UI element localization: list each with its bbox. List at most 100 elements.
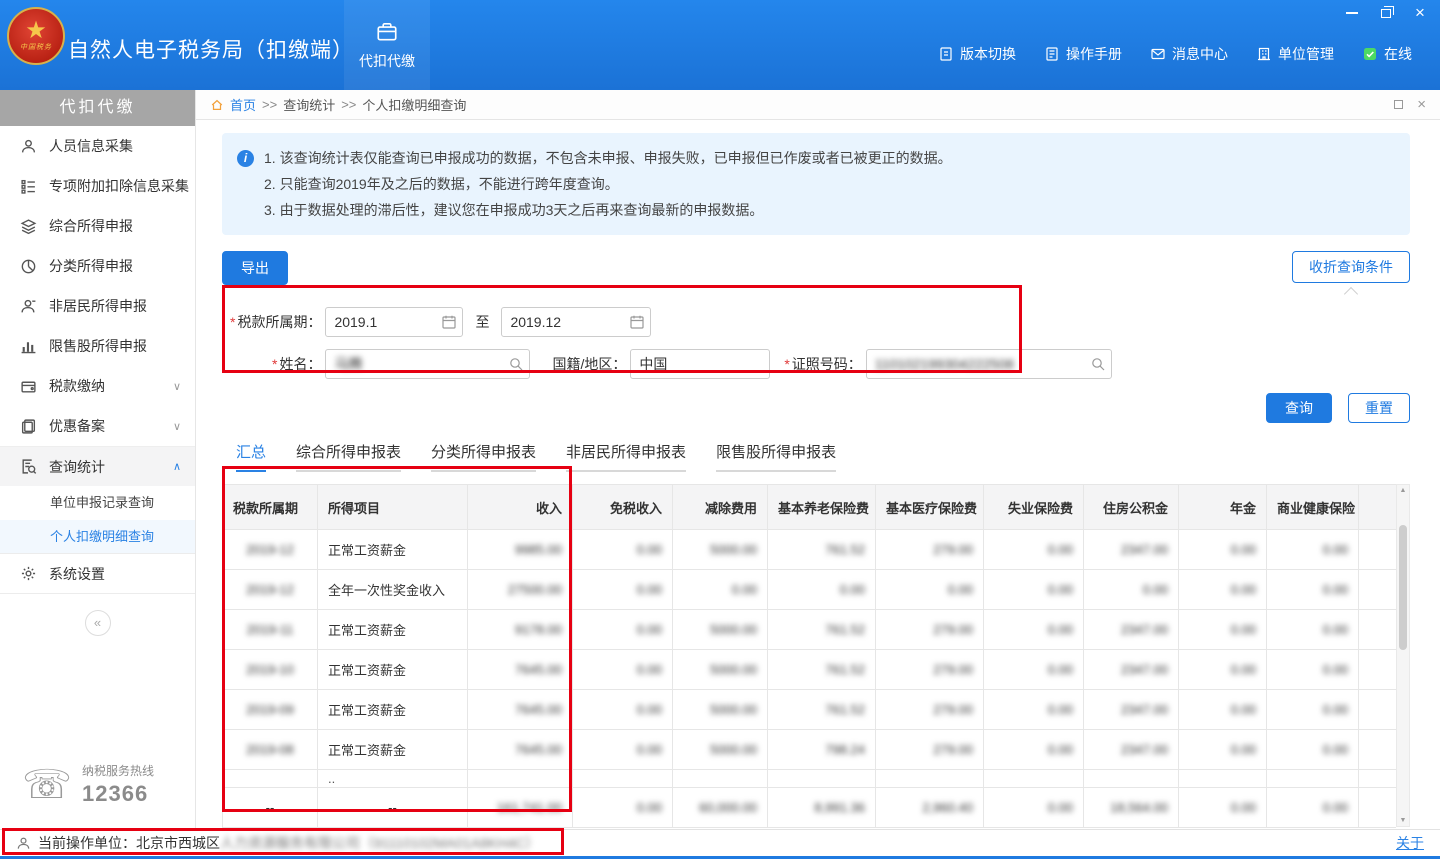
sidebar-item-comprehensive-income[interactable]: 综合所得申报: [0, 206, 195, 246]
breadcrumb-separator: >>: [341, 97, 356, 112]
result-table-clip: 税款所属期 所得项目 收入 免税收入 减除费用 基本养老保险费 基本医疗保险费 …: [222, 484, 1396, 828]
person-icon: [16, 836, 31, 851]
table-row[interactable]: 2019-09正常工资薪金7645.000.005000.00761.52279…: [223, 690, 1397, 730]
restore-button[interactable]: [1378, 5, 1394, 21]
sidebar-item-label: 查询统计: [49, 457, 105, 477]
header-medical-insurance: 基本医疗保险费: [876, 485, 984, 530]
scroll-down-arrow-icon[interactable]: ▼: [1397, 817, 1409, 824]
cell-amount: 0.00: [984, 530, 1084, 570]
collapse-query-button[interactable]: 收折查询条件: [1292, 251, 1410, 283]
sidebar-item-personnel-info[interactable]: 人员信息采集: [0, 126, 195, 166]
name-input[interactable]: [326, 350, 529, 378]
sidebar-item-tax-payment[interactable]: 税款缴纳 ∨: [0, 366, 195, 406]
id-number-input[interactable]: [867, 350, 1111, 378]
cell-tax-period: 2019-12: [223, 530, 318, 570]
tab-classified-income[interactable]: 分类所得申报表: [431, 441, 536, 472]
cell-amount: [673, 770, 768, 788]
sidebar-item-query-statistics[interactable]: 查询统计 ∧: [0, 446, 195, 486]
query-form: *税款所属期： 至 *姓名：: [222, 307, 1410, 379]
cell-amount: 2347.00: [1084, 730, 1179, 770]
version-switch-link[interactable]: 版本切换: [938, 44, 1016, 64]
search-icon[interactable]: [1090, 356, 1106, 372]
copy-doc-icon: [20, 418, 37, 435]
result-tabs: 汇总 综合所得申报表 分类所得申报表 非居民所得申报表 限售股所得申报表: [222, 441, 1410, 472]
calendar-icon[interactable]: [629, 314, 645, 330]
tab-comprehensive-income[interactable]: 综合所得申报表: [296, 441, 401, 472]
manual-icon: [1044, 46, 1060, 62]
module-tab-withholding[interactable]: 代扣代缴: [344, 0, 430, 90]
breadcrumb-level2: 个人扣缴明细查询: [362, 95, 466, 114]
cell-amount: 7645.00: [468, 730, 573, 770]
period-to-input[interactable]: [502, 308, 650, 336]
sidebar-subitem-unit-declaration-query[interactable]: 单位申报记录查询: [0, 486, 195, 520]
sidebar-collapse-button[interactable]: «: [85, 610, 111, 636]
sidebar-header: 代扣代缴: [0, 90, 195, 126]
sidebar-item-label: 优惠备案: [49, 416, 105, 436]
sidebar-subitem-personal-withholding-query[interactable]: 个人扣缴明细查询: [0, 520, 195, 554]
cell-tax-period: 2019-09: [223, 690, 318, 730]
cell-income-item: --: [318, 788, 468, 828]
about-link[interactable]: 关于: [1396, 833, 1424, 853]
sidebar-item-label: 非居民所得申报: [49, 296, 147, 316]
online-status[interactable]: 在线: [1362, 44, 1412, 64]
search-icon[interactable]: [508, 356, 524, 372]
sidebar-item-preferential-filing[interactable]: 优惠备案 ∨: [0, 406, 195, 446]
breadcrumb-separator: >>: [262, 97, 277, 112]
vertical-scrollbar-thumb[interactable]: [1399, 525, 1407, 650]
table-row[interactable]: 2019-12正常工资薪金9985.000.005000.00761.52279…: [223, 530, 1397, 570]
sidebar-item-classified-income[interactable]: 分类所得申报: [0, 246, 195, 286]
cell-amount: 279.00: [876, 690, 984, 730]
chevron-down-icon: ∨: [173, 420, 181, 433]
table-row[interactable]: 2019-10正常工资薪金7645.000.005000.00761.52279…: [223, 650, 1397, 690]
table-row[interactable]: 2019-12全年一次性奖金收入27500.000.000.000.000.00…: [223, 570, 1397, 610]
current-unit-prefix: 当前操作单位：: [38, 833, 136, 853]
cell-amount: 5000.00: [673, 690, 768, 730]
org-manage-label: 单位管理: [1278, 44, 1334, 64]
export-button[interactable]: 导出: [222, 251, 288, 285]
cell-amount: 9178.00: [468, 610, 573, 650]
table-row[interactable]: 2019-08正常工资薪金7645.000.005000.00798.24279…: [223, 730, 1397, 770]
nationality-input[interactable]: [631, 350, 769, 378]
sidebar-item-label: 系统设置: [49, 564, 105, 584]
manual-link[interactable]: 操作手册: [1044, 44, 1122, 64]
cell-amount: 761.52: [768, 610, 876, 650]
tab-nonresident-income[interactable]: 非居民所得申报表: [566, 441, 686, 472]
cell-amount: 0.00: [1267, 610, 1359, 650]
vertical-scrollbar[interactable]: ▲ ▼: [1396, 484, 1410, 827]
reset-button[interactable]: 重置: [1348, 393, 1410, 423]
cell-amount: [1359, 730, 1397, 770]
breadcrumb-home[interactable]: 首页: [230, 95, 256, 114]
table-row-partial[interactable]: ..: [223, 770, 1397, 788]
tab-restricted-shares[interactable]: 限售股所得申报表: [716, 441, 836, 472]
panel-restore-icon[interactable]: [1394, 100, 1403, 109]
cell-tax-period: 2019-11: [223, 610, 318, 650]
org-manage-link[interactable]: 单位管理: [1256, 44, 1334, 64]
close-button[interactable]: ×: [1412, 5, 1428, 21]
cell-amount: [1359, 770, 1397, 788]
cell-amount: [1359, 690, 1397, 730]
cell-amount: 27500.00: [468, 570, 573, 610]
cell-amount: 0.00: [1179, 730, 1267, 770]
calendar-icon[interactable]: [441, 314, 457, 330]
current-unit-redacted: 人力资源服务有限公司（91110102MA01A8KH4C）: [220, 833, 539, 853]
table-summary-row[interactable]: ----161,741.000.0060,000.008,991.362,960…: [223, 788, 1397, 828]
search-button[interactable]: 查询: [1266, 393, 1332, 423]
cell-amount: [1084, 770, 1179, 788]
status-bar: 当前操作单位：北京市西城区人力资源服务有限公司（91110102MA01A8KH…: [0, 829, 1440, 859]
cell-amount: 0.00: [984, 730, 1084, 770]
sidebar-item-special-deduction[interactable]: 专项附加扣除信息采集: [0, 166, 195, 206]
scroll-up-arrow-icon[interactable]: ▲: [1397, 487, 1409, 494]
message-center-link[interactable]: 消息中心: [1150, 44, 1228, 64]
sidebar-item-system-settings[interactable]: 系统设置: [0, 554, 195, 594]
sidebar-item-restricted-shares[interactable]: 限售股所得申报: [0, 326, 195, 366]
header-deduction: 减除费用: [673, 485, 768, 530]
tab-summary[interactable]: 汇总: [236, 441, 266, 472]
table-row[interactable]: 2019-11正常工资薪金9178.000.005000.00761.52279…: [223, 610, 1397, 650]
sidebar-item-nonresident-income[interactable]: 非居民所得申报: [0, 286, 195, 326]
gear-icon: [20, 565, 37, 582]
cell-income-item: 正常工资薪金: [318, 730, 468, 770]
logo-text: 中国税务: [20, 42, 52, 52]
minimize-button[interactable]: [1344, 5, 1360, 21]
header-income: 收入: [468, 485, 573, 530]
panel-close-icon[interactable]: ×: [1417, 96, 1426, 113]
